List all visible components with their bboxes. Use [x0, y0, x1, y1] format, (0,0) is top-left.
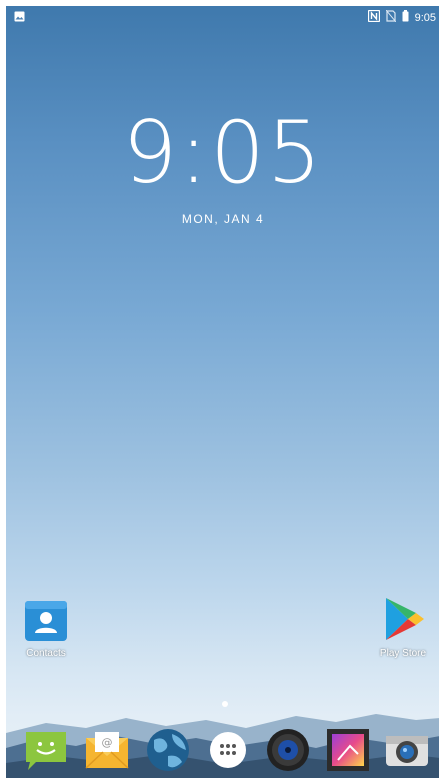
battery-icon: [402, 10, 409, 25]
svg-text:@: @: [102, 736, 113, 749]
status-time: 9:05: [414, 11, 436, 24]
dock: @: [6, 718, 439, 778]
status-bar: 9:05: [6, 6, 439, 28]
play-store-shortcut[interactable]: Play Store: [368, 594, 438, 659]
browser-icon[interactable]: [144, 726, 192, 774]
messaging-icon[interactable]: [22, 726, 70, 774]
clock-widget-date[interactable]: MON, JAN 4: [6, 212, 439, 226]
no-sim-icon: [385, 9, 396, 25]
play-store-icon: [378, 594, 428, 644]
home-screen: 9:05 9:05 MON, JAN 4 Contacts Play Store…: [6, 6, 439, 778]
nfc-icon: [367, 9, 380, 25]
page-indicator-dot: [222, 701, 228, 707]
clock-widget-time[interactable]: 9:05: [6, 110, 439, 196]
gallery-notification-icon: [14, 11, 25, 25]
gallery-icon[interactable]: [324, 726, 372, 774]
app-label-play-store: Play Store: [379, 648, 427, 659]
music-icon[interactable]: [264, 726, 312, 774]
app-drawer-icon[interactable]: [204, 726, 252, 774]
contacts-shortcut[interactable]: Contacts: [11, 598, 81, 659]
app-label-contacts: Contacts: [26, 648, 66, 659]
email-icon[interactable]: @: [83, 726, 131, 774]
contacts-icon: [23, 598, 69, 644]
camera-icon[interactable]: [383, 726, 431, 774]
